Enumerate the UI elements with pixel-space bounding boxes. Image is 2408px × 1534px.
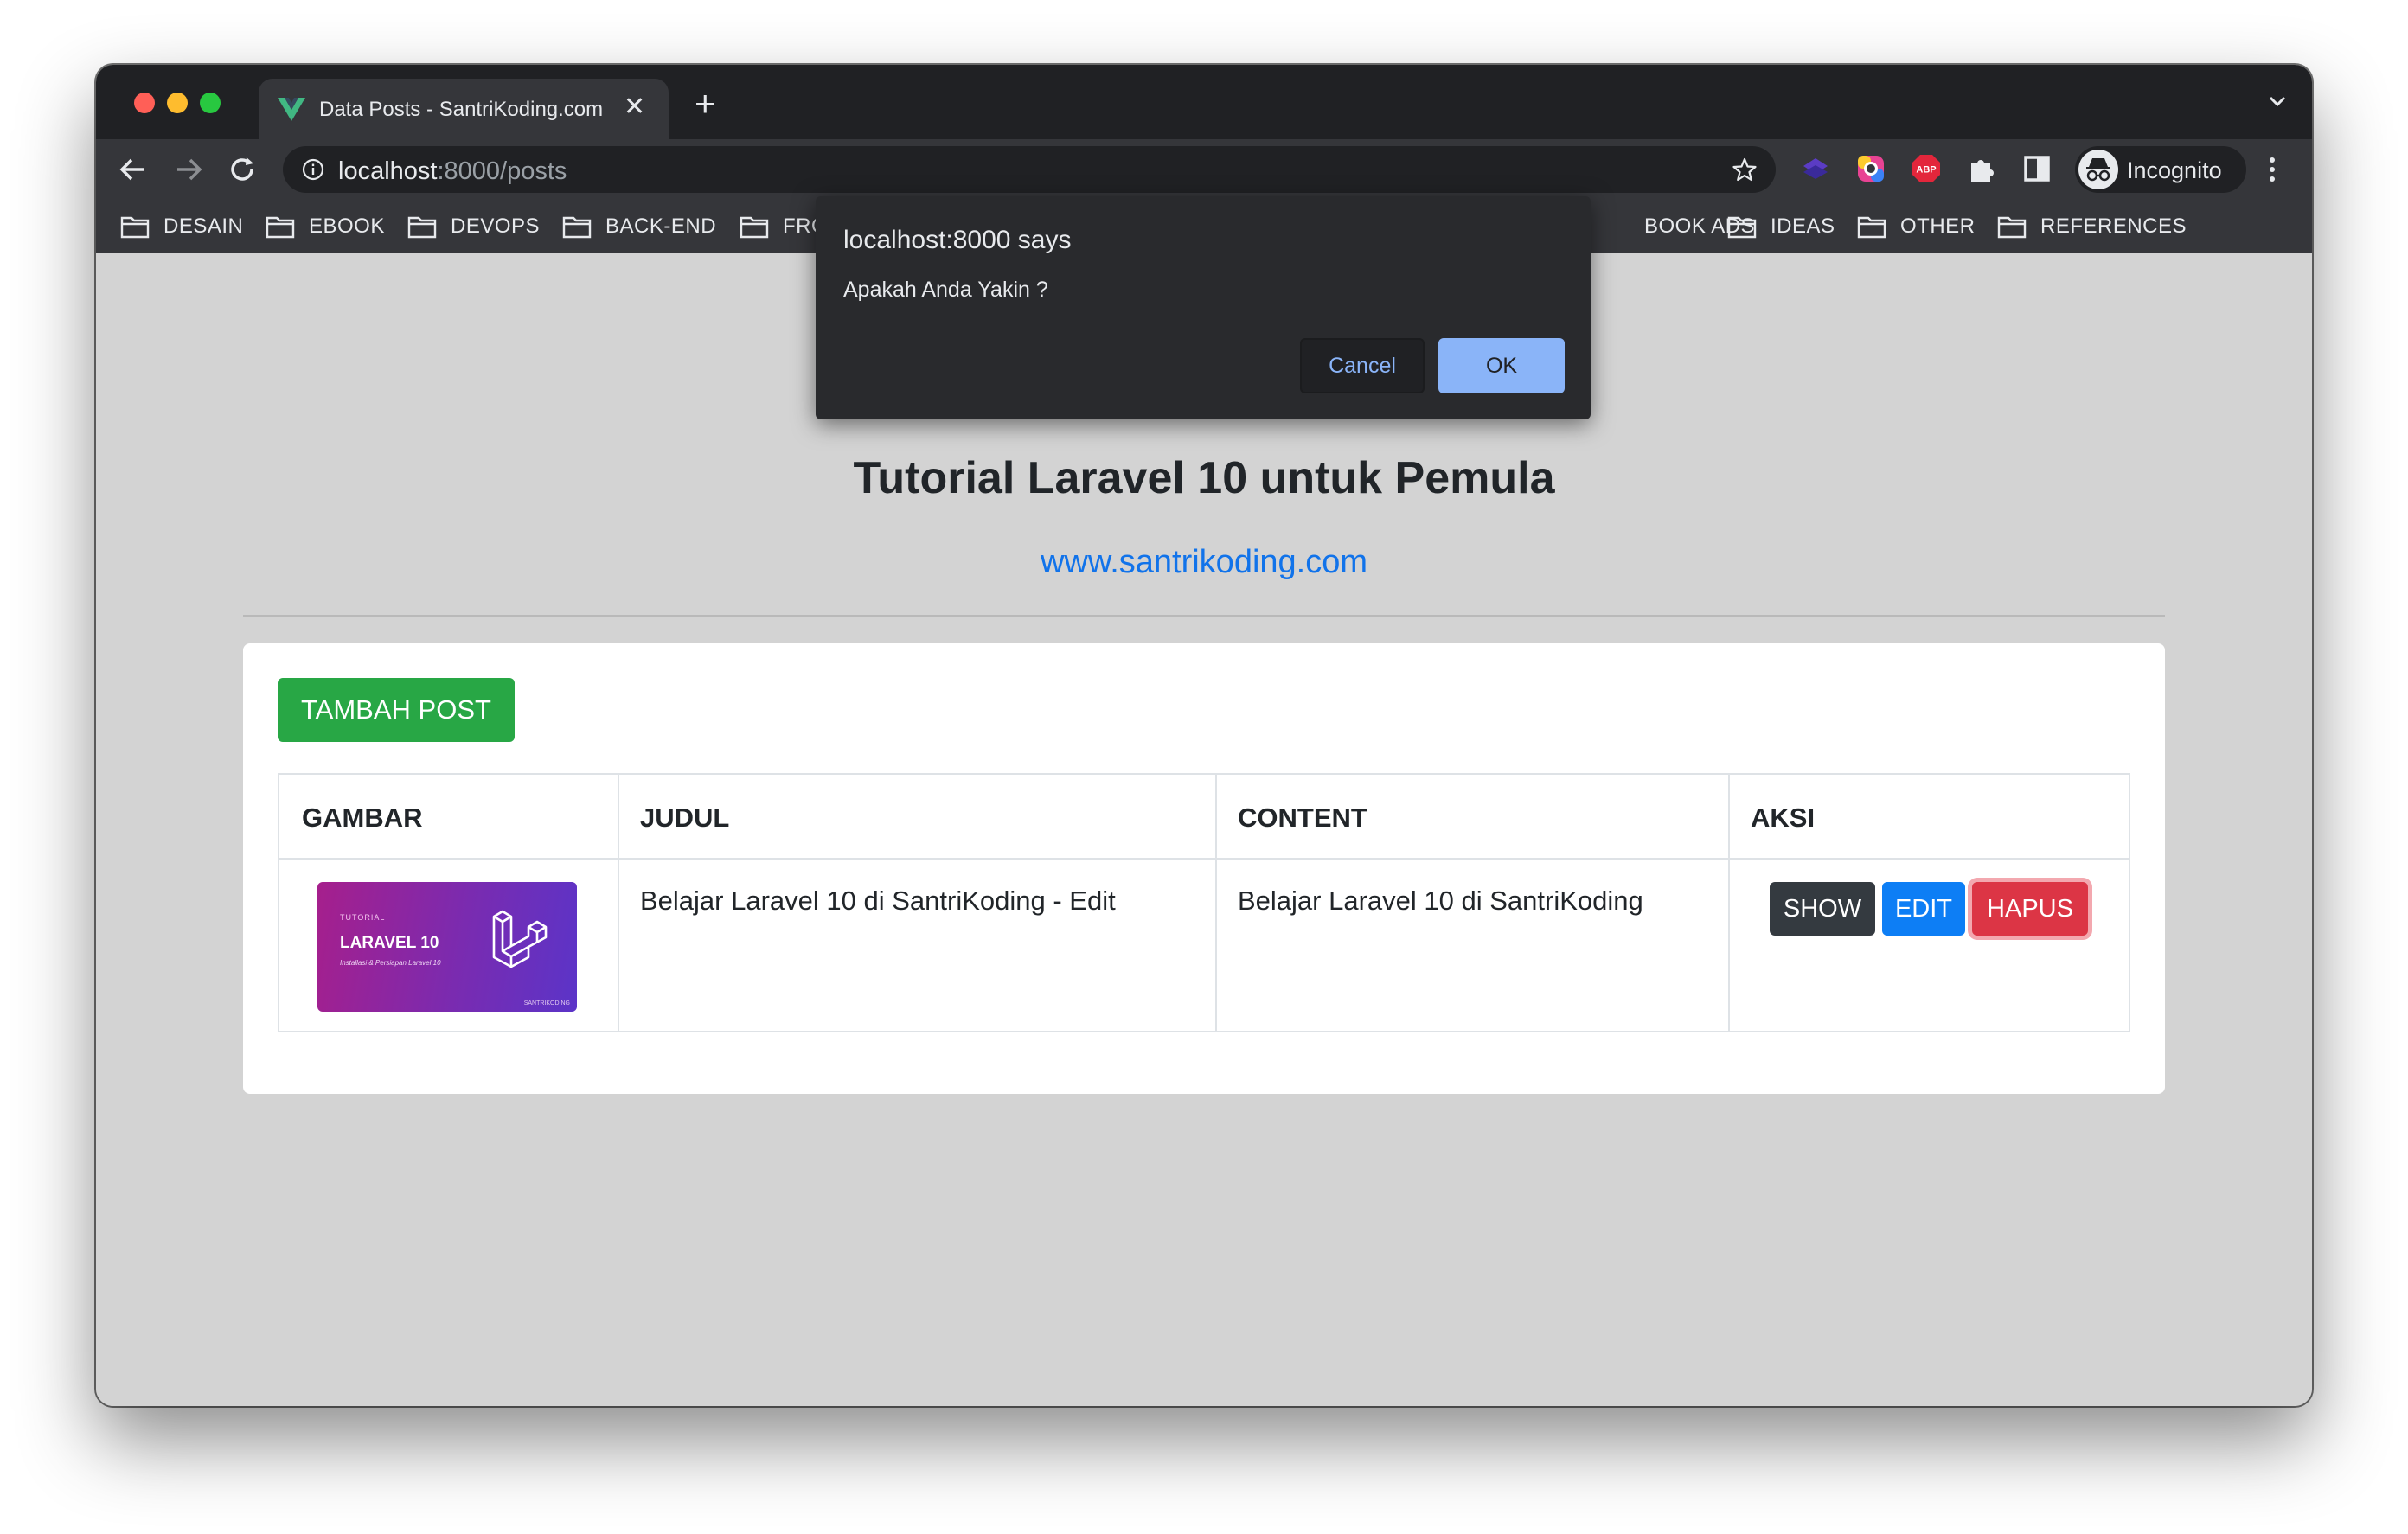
abp-icon[interactable]: ABP: [1911, 153, 1942, 184]
bookmark-label: IDEAS: [1771, 214, 1835, 238]
folder-icon: [1857, 216, 1886, 239]
folder-icon: [562, 216, 592, 239]
header-judul: JUDUL: [640, 802, 730, 833]
extension-layers-icon[interactable]: [1800, 153, 1831, 184]
bookmark-label: EBOOK: [309, 214, 385, 238]
bookmark-label: OTHER: [1900, 214, 1976, 238]
tab-strip: Data Posts - SantriKoding.com ✕ +: [96, 65, 2312, 139]
window-zoom-button[interactable]: [200, 93, 221, 113]
back-arrow-icon[interactable]: [118, 155, 148, 184]
bookmark-label: DESAIN: [163, 214, 244, 238]
posts-table: GAMBAR JUDUL CONTENT AKSI TUTORIAL LARAV…: [278, 773, 2130, 1032]
url-path: :8000/posts: [437, 157, 567, 185]
browser-window: Data Posts - SantriKoding.com ✕ + localh…: [96, 65, 2312, 1406]
edit-button[interactable]: EDIT: [1882, 882, 1965, 936]
reload-icon[interactable]: [227, 155, 257, 184]
vue-logo-icon: [278, 98, 305, 121]
folder-icon: [266, 216, 295, 239]
bookmark-label: BACK-END: [605, 214, 717, 238]
cell-aksi: SHOW EDIT HAPUS: [1728, 860, 2129, 1032]
confirm-dialog: localhost:8000 says Apakah Anda Yakin ? …: [816, 196, 1591, 419]
abp-label: ABP: [1916, 165, 1936, 176]
new-tab-icon[interactable]: +: [695, 86, 716, 122]
bookmark-label: REFERENCES: [2040, 214, 2187, 238]
header-content: CONTENT: [1238, 802, 1367, 833]
dialog-cancel-button[interactable]: Cancel: [1300, 338, 1425, 393]
url-text[interactable]: localhost:8000/posts: [338, 157, 567, 186]
delete-button[interactable]: HAPUS: [1972, 882, 2088, 936]
url-host: localhost: [338, 157, 438, 185]
incognito-icon: [2086, 158, 2110, 182]
folder-icon: [407, 216, 437, 239]
add-post-button[interactable]: TAMBAH POST: [278, 678, 515, 742]
page-content: Tutorial Laravel 10 untuk Pemula www.san…: [96, 253, 2312, 1406]
bookmark-star-icon[interactable]: [1732, 157, 1757, 182]
laravel-logo-icon: [492, 910, 548, 968]
profile-label: Incognito: [2127, 157, 2222, 183]
tab-title: Data Posts - SantriKoding.com: [319, 98, 604, 121]
toolbar: localhost:8000/posts ABP Incognito: [96, 139, 2312, 200]
address-bar[interactable]: localhost:8000/posts: [283, 146, 1776, 193]
divider: [243, 615, 2165, 617]
folder-icon: [740, 216, 769, 239]
browser-menu-icon[interactable]: [2267, 155, 2277, 184]
incognito-profile-button[interactable]: Incognito: [2075, 146, 2246, 193]
extension-color-picker-icon[interactable]: [1855, 153, 1886, 184]
thumbnail-subtitle: Installasi & Persiapan Laravel 10: [340, 959, 441, 967]
bookmark-label: DEVOPS: [451, 214, 541, 238]
show-button[interactable]: SHOW: [1770, 882, 1875, 936]
cell-gambar: TUTORIAL LARAVEL 10 Installasi & Persiap…: [279, 860, 618, 1032]
browser-tab-active[interactable]: Data Posts - SantriKoding.com ✕: [259, 79, 669, 139]
site-link[interactable]: www.santrikoding.com: [96, 544, 2312, 581]
incognito-avatar: [2078, 150, 2118, 189]
dialog-message: Apakah Anda Yakin ?: [843, 278, 1048, 302]
post-thumbnail: TUTORIAL LARAVEL 10 Installasi & Persiap…: [317, 882, 577, 1012]
forward-arrow-icon[interactable]: [174, 155, 203, 184]
cell-content: Belajar Laravel 10 di SantriKoding: [1238, 885, 1643, 916]
header-aksi: AKSI: [1751, 802, 1816, 833]
folder-icon: [1997, 216, 2027, 239]
extensions-puzzle-icon[interactable]: [1966, 153, 1997, 184]
window-close-button[interactable]: [134, 93, 155, 113]
posts-card: TAMBAH POST GAMBAR JUDUL CONTENT AKSI TU…: [243, 643, 2165, 1094]
cell-judul: Belajar Laravel 10 di SantriKoding - Edi…: [640, 885, 1116, 916]
dialog-ok-button[interactable]: OK: [1438, 338, 1565, 393]
window-minimize-button[interactable]: [167, 93, 188, 113]
folder-icon: [1727, 216, 1757, 239]
dialog-title: localhost:8000 says: [843, 226, 1072, 254]
side-panel-icon[interactable]: [2021, 153, 2053, 184]
thumbnail-kicker: TUTORIAL: [340, 913, 386, 922]
folder-icon: [120, 216, 150, 239]
header-gambar: GAMBAR: [302, 802, 423, 833]
tab-search-chevron-icon[interactable]: [2267, 94, 2288, 108]
thumbnail-title: LARAVEL 10: [340, 934, 439, 952]
page-title: Tutorial Laravel 10 untuk Pemula: [853, 453, 1555, 503]
tab-close-icon[interactable]: ✕: [624, 92, 645, 122]
site-info-icon[interactable]: [302, 158, 324, 181]
thumbnail-watermark: SANTRIKODING: [523, 1000, 570, 1007]
